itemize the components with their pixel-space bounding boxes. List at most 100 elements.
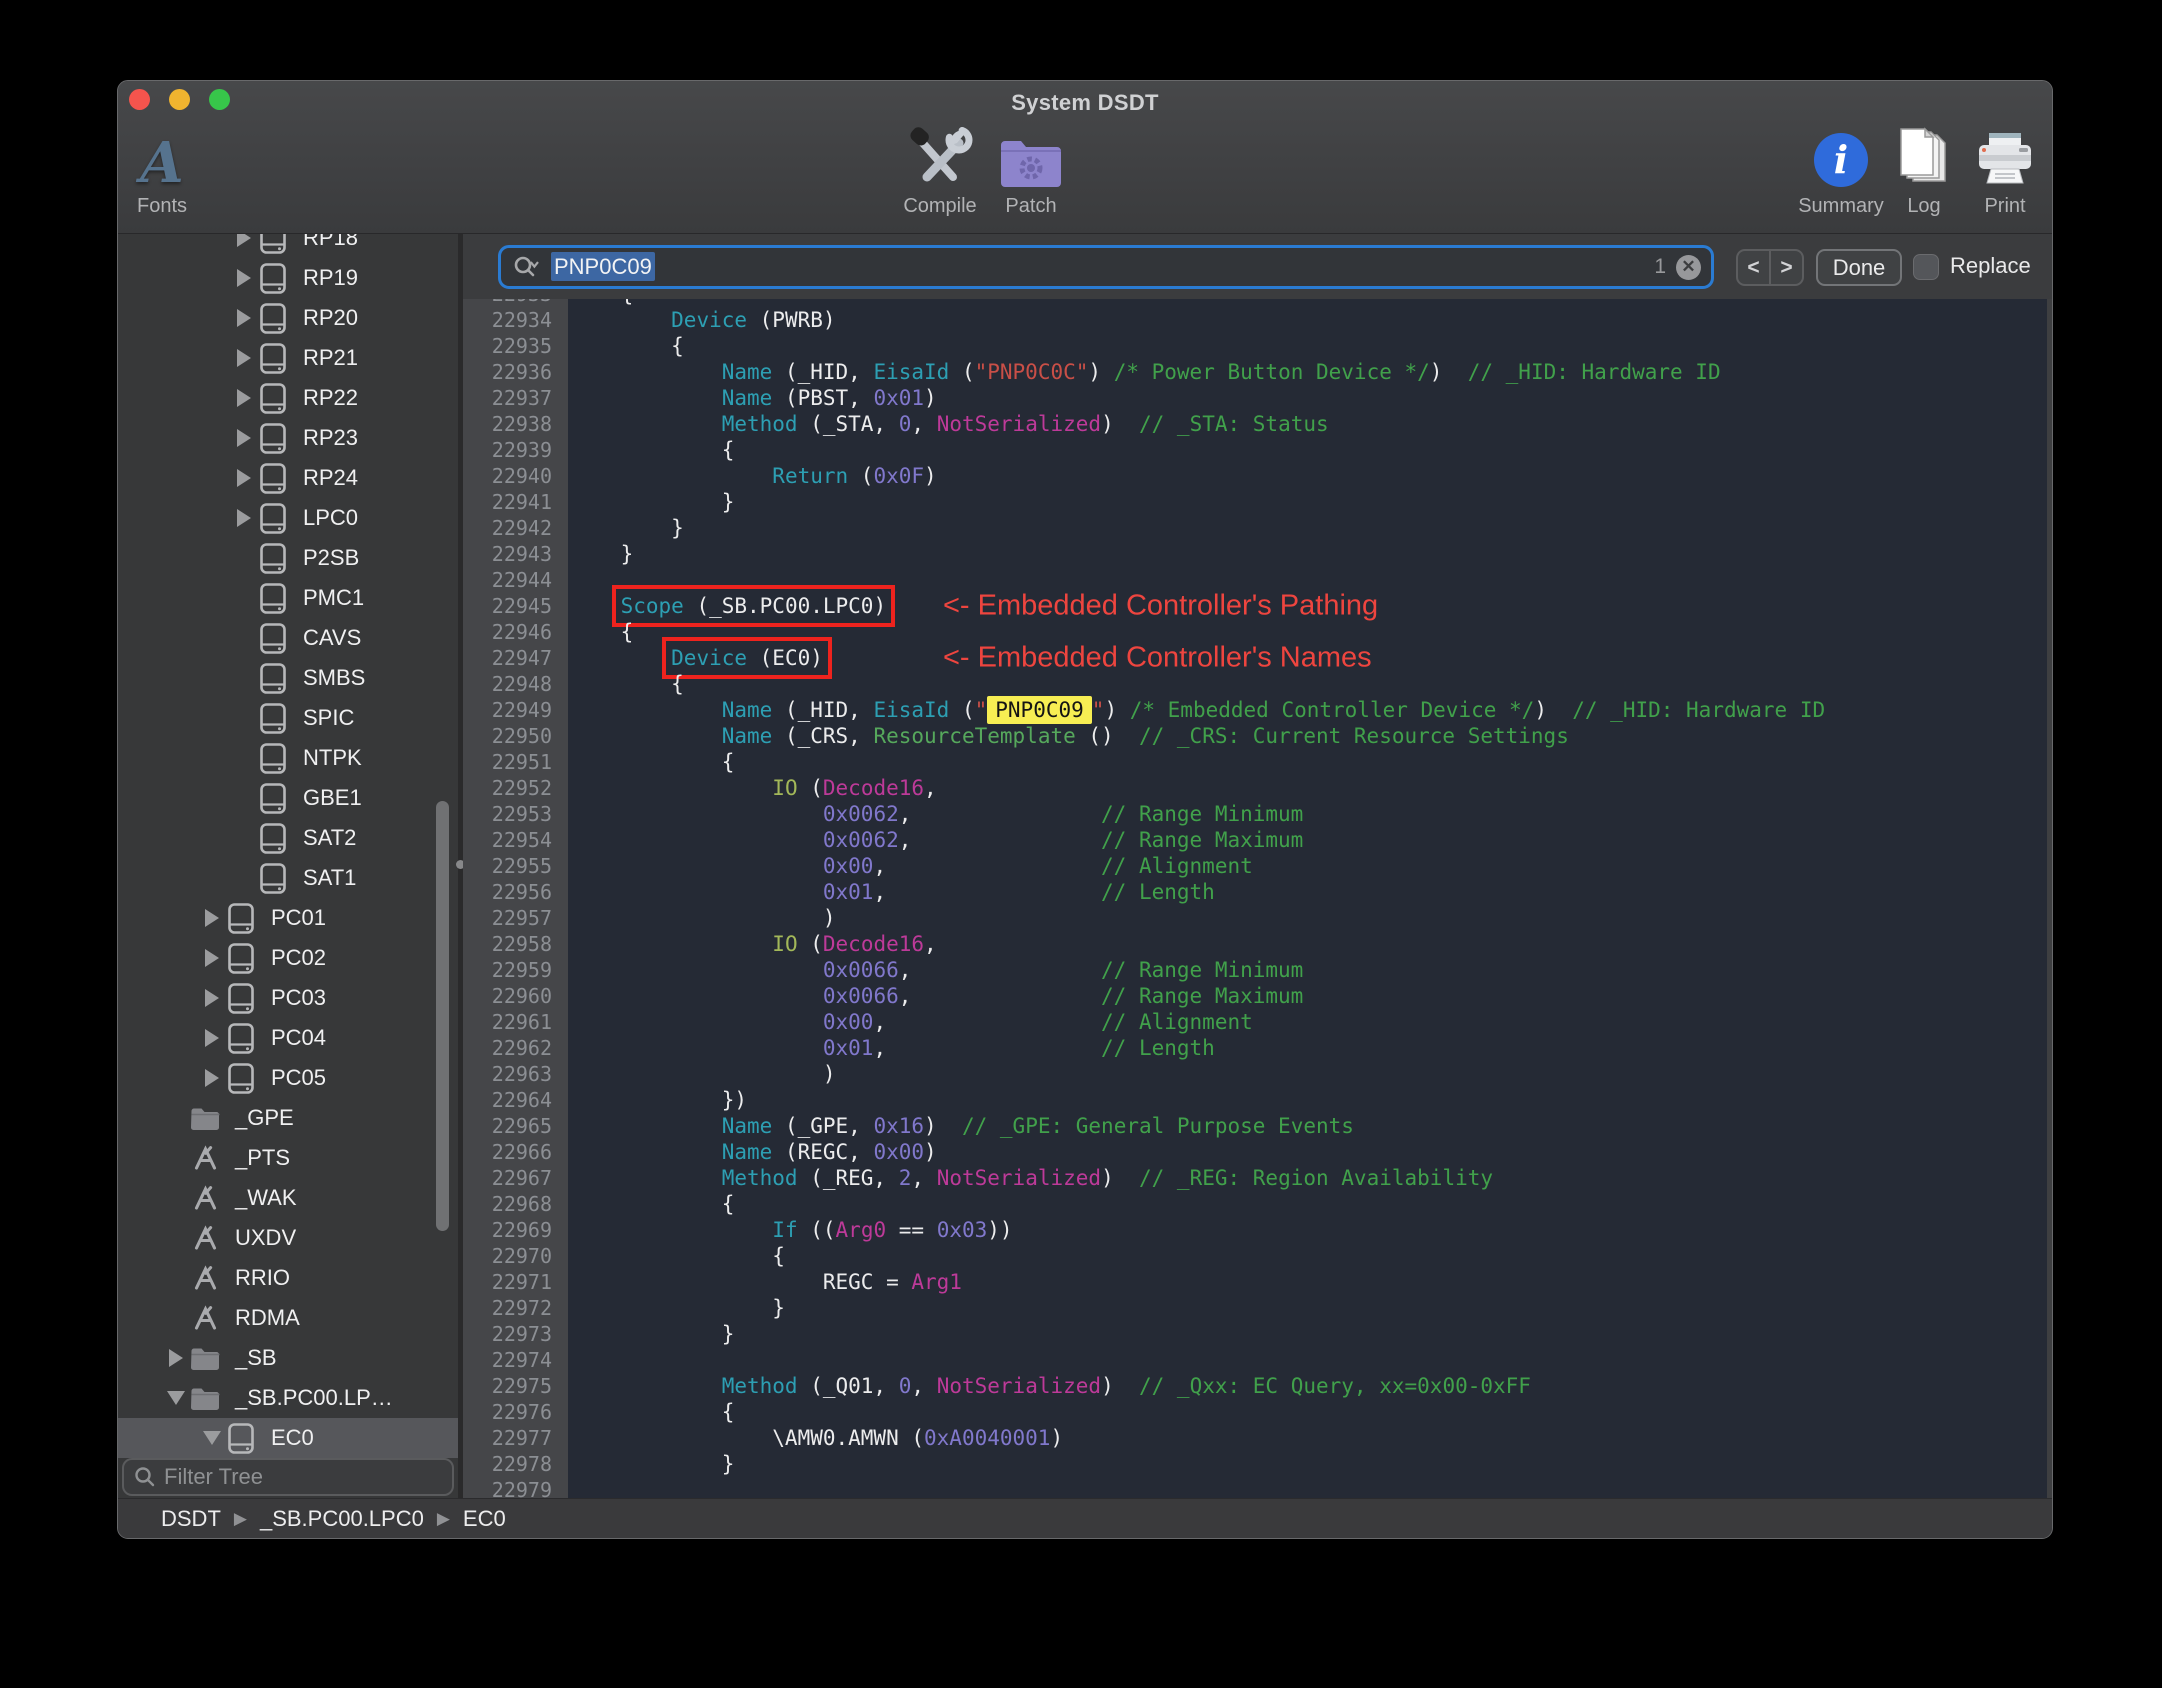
tree-item-label: SPIC [303, 705, 355, 730]
line-number: 22970 [491, 1244, 552, 1268]
line-number: 22977 [491, 1426, 552, 1450]
line-number: 22959 [491, 958, 552, 982]
code-line: 22972 } [463, 1295, 2047, 1321]
clear-search-icon[interactable]: ✕ [1676, 254, 1701, 280]
sidebar-item-rp19[interactable]: RP19 [118, 258, 458, 298]
sidebar-item-_sbpc00lp[interactable]: _SB.PC00.LP… [118, 1378, 458, 1418]
annotation-red-box: Scope (_SB.PC00.LPC0) [611, 585, 896, 627]
code-editor[interactable]: 22933 {22934 Device (PWRB)22935 {22936 N… [463, 299, 2047, 1498]
chevron-right-icon[interactable] [205, 1069, 219, 1087]
line-number: 22935 [491, 334, 552, 358]
sidebar-item-ntpk[interactable]: NTPK [118, 738, 458, 778]
sidebar-item-rp18[interactable]: RP18 [118, 234, 458, 258]
line-number: 22973 [491, 1322, 552, 1346]
sidebar-item-cavs[interactable]: CAVS [118, 618, 458, 658]
sidebar-item-pc04[interactable]: PC04 [118, 1018, 458, 1058]
breadcrumb-item[interactable]: _SB.PC00.LPC0 [260, 1506, 424, 1532]
patch-toolbar-button[interactable]: Patch [956, 125, 1106, 218]
device-icon [257, 342, 289, 374]
line-number: 22960 [491, 984, 552, 1008]
sidebar-item-rp23[interactable]: RP23 [118, 418, 458, 458]
sidebar-item-sat1[interactable]: SAT1 [118, 858, 458, 898]
chevron-right-icon[interactable] [237, 429, 251, 447]
sidebar-item-_pts[interactable]: _PTS [118, 1138, 458, 1178]
chevron-right-icon[interactable] [205, 909, 219, 927]
line-number: 22969 [491, 1218, 552, 1242]
sidebar-item-rp22[interactable]: RP22 [118, 378, 458, 418]
sidebar-item-rrio[interactable]: RRIO [118, 1258, 458, 1298]
sidebar-item-_wak[interactable]: _WAK [118, 1178, 458, 1218]
sidebar-item-spic[interactable]: SPIC [118, 698, 458, 738]
method-icon [189, 1184, 221, 1212]
line-number: 22946 [491, 620, 552, 644]
search-input[interactable]: PNP0C09 1 ✕ [498, 245, 1714, 289]
device-icon [257, 302, 289, 334]
line-number: 22976 [491, 1400, 552, 1424]
chevron-right-icon[interactable] [237, 389, 251, 407]
chevron-right-icon[interactable] [237, 349, 251, 367]
sidebar-item-_sb[interactable]: _SB [118, 1338, 458, 1378]
tree-item-label: PC01 [271, 905, 327, 930]
breadcrumb-item[interactable]: EC0 [463, 1506, 506, 1532]
tree-item-label: _GPE [235, 1105, 294, 1130]
sidebar-item-rp20[interactable]: RP20 [118, 298, 458, 338]
device-icon [225, 1422, 257, 1454]
device-icon [225, 982, 257, 1014]
chevron-right-icon[interactable] [205, 989, 219, 1007]
code-line: 22964 }) [463, 1087, 2047, 1113]
find-next-button[interactable]: > [1771, 251, 1802, 284]
fonts-toolbar-button[interactable]: A Fonts [118, 125, 237, 218]
chevron-right-icon[interactable] [237, 469, 251, 487]
code-line: 22954 0x0062, // Range Maximum [463, 827, 2047, 853]
sidebar-item-pc02[interactable]: PC02 [118, 938, 458, 978]
line-number: 22971 [491, 1270, 552, 1294]
sidebar-item-pc05[interactable]: PC05 [118, 1058, 458, 1098]
sidebar-item-rp24[interactable]: RP24 [118, 458, 458, 498]
sidebar-item-pc03[interactable]: PC03 [118, 978, 458, 1018]
filter-tree-field[interactable]: Filter Tree [122, 1458, 454, 1496]
sidebar-item-smbs[interactable]: SMBS [118, 658, 458, 698]
code-line: 22973 } [463, 1321, 2047, 1347]
sidebar-item-pmc1[interactable]: PMC1 [118, 578, 458, 618]
sidebar-item-lpc0[interactable]: LPC0 [118, 498, 458, 538]
sidebar-item-rp21[interactable]: RP21 [118, 338, 458, 378]
chevron-right-icon[interactable] [237, 234, 251, 247]
replace-checkbox[interactable] [1913, 254, 1939, 280]
sidebar-item-sat2[interactable]: SAT2 [118, 818, 458, 858]
chevron-right-icon[interactable] [169, 1349, 183, 1367]
replace-label: Replace [1950, 253, 2031, 278]
sidebar-item-p2sb[interactable]: P2SB [118, 538, 458, 578]
sidebar-scrollbar[interactable] [436, 801, 449, 1231]
done-button[interactable]: Done [1816, 249, 1902, 286]
chevron-right-icon[interactable] [237, 509, 251, 527]
titlebar: System DSDT [118, 81, 2052, 121]
line-number: 22958 [491, 932, 552, 956]
chevron-right-icon[interactable] [205, 1029, 219, 1047]
line-number: 22939 [491, 438, 552, 462]
code-line: 22975 Method (_Q01, 0, NotSerialized) //… [463, 1373, 2047, 1399]
code-line: 22934 Device (PWRB) [463, 307, 2047, 333]
breadcrumb-item[interactable]: DSDT [161, 1506, 221, 1532]
sidebar-item-gbe1[interactable]: GBE1 [118, 778, 458, 818]
toolbar: System DSDT A Fonts Compile Patch i Summary Lo… [118, 81, 2052, 233]
print-toolbar-button[interactable]: Print [1930, 125, 2052, 218]
line-number: 22972 [491, 1296, 552, 1320]
sidebar-item-uxdv[interactable]: UXDV [118, 1218, 458, 1258]
sidebar-item-rdma[interactable]: RDMA [118, 1298, 458, 1338]
find-previous-button[interactable]: < [1738, 251, 1771, 284]
search-menu-icon[interactable] [513, 255, 543, 279]
device-icon [257, 422, 289, 454]
code-line: 22956 0x01, // Length [463, 879, 2047, 905]
chevron-right-icon[interactable] [237, 269, 251, 287]
code-line: 22957 ) [463, 905, 2047, 931]
sidebar-item-_gpe[interactable]: _GPE [118, 1098, 458, 1138]
chevron-right-icon[interactable] [237, 309, 251, 327]
chevron-right-icon[interactable] [205, 949, 219, 967]
code-line: 22949 Name (_HID, EisaId (" PNP0C09 ") /* … [463, 696, 2047, 724]
chevron-down-icon[interactable] [203, 1431, 221, 1445]
folder-icon [189, 1106, 221, 1131]
sidebar-item-pc01[interactable]: PC01 [118, 898, 458, 938]
chevron-down-icon[interactable] [167, 1391, 185, 1405]
sidebar-item-ec0[interactable]: EC0 [118, 1418, 458, 1458]
line-number: 22950 [491, 724, 552, 748]
